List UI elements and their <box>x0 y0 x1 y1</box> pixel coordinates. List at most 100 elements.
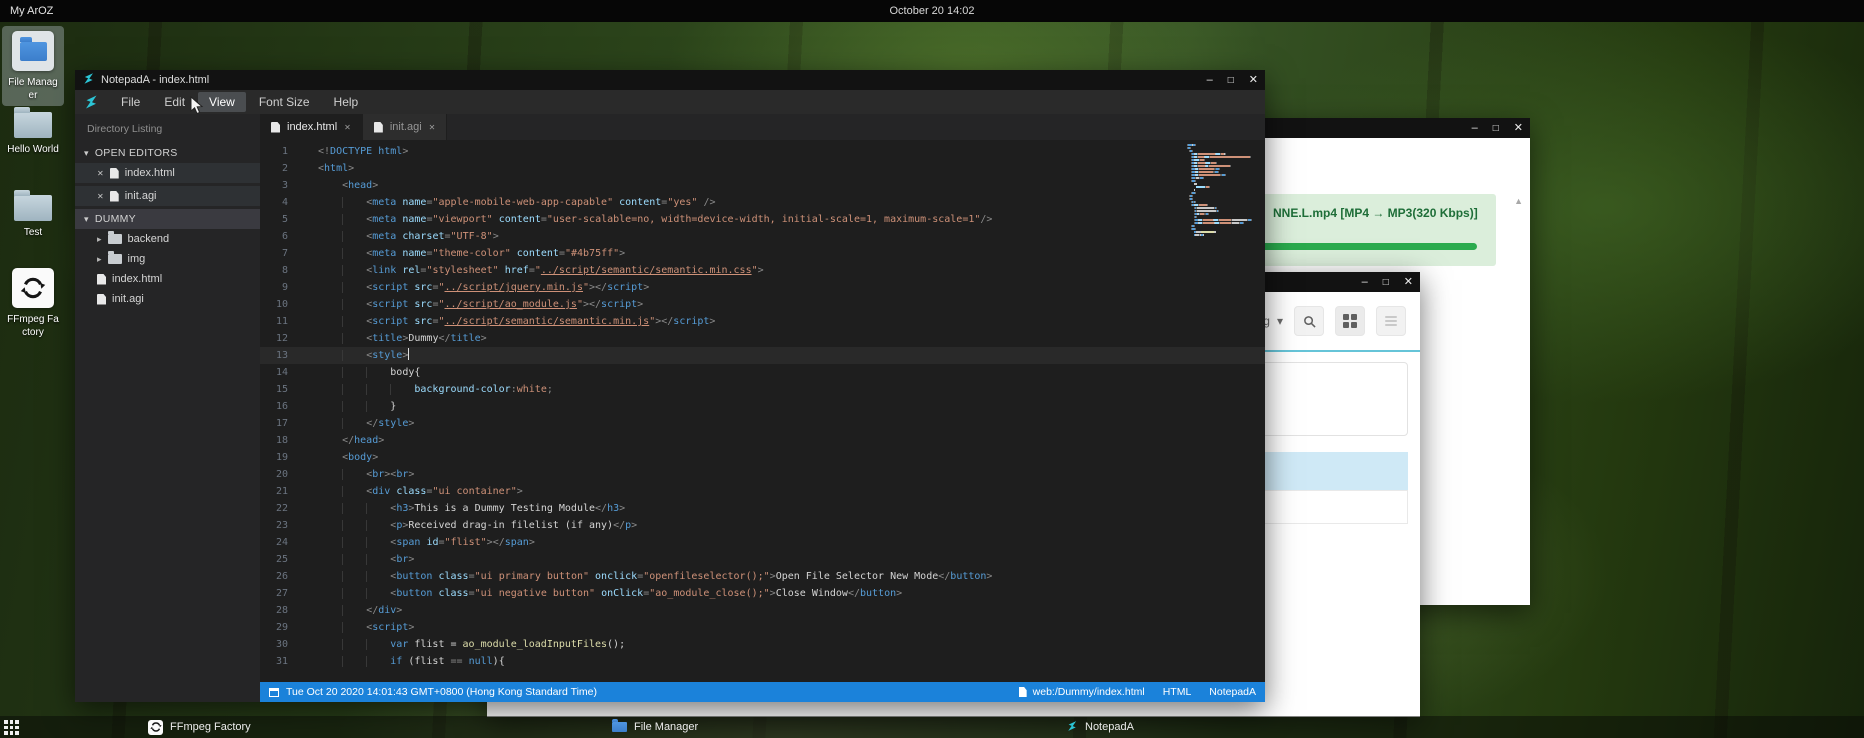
taskbar-item-file-manager[interactable]: File Manager <box>612 716 698 738</box>
top-bar: My ArOZ October 20 14:02 <box>0 0 1864 22</box>
close-icon[interactable] <box>97 169 104 178</box>
close-icon[interactable] <box>1404 277 1413 288</box>
tree-item-init-agi[interactable]: init.agi <box>75 289 260 309</box>
tab-label: index.html <box>287 121 337 133</box>
menu-view[interactable]: View <box>198 92 246 112</box>
code-line[interactable]: 20 <br><br> <box>260 466 1265 483</box>
maximize-icon[interactable] <box>1383 277 1389 288</box>
taskbar: FFmpeg Factory File Manager NotepadA <box>0 716 1864 738</box>
menu-file[interactable]: File <box>110 92 151 112</box>
code-line[interactable]: 8 <link rel="stylesheet" href="../script… <box>260 262 1265 279</box>
tree-item-index-html[interactable]: index.html <box>75 163 260 183</box>
code-line[interactable]: 18 </head> <box>260 432 1265 449</box>
scroll-up-icon[interactable] <box>1514 196 1523 206</box>
code-line[interactable]: 6 <meta charset="UTF-8"> <box>260 228 1265 245</box>
code-line[interactable]: 13 <style> <box>260 347 1265 364</box>
file-icon <box>374 122 383 133</box>
code-line[interactable]: 19 <body> <box>260 449 1265 466</box>
code-line[interactable]: 10 <script src="../script/ao_module.js">… <box>260 296 1265 313</box>
code-line[interactable]: 27 <button class="ui negative button" on… <box>260 585 1265 602</box>
chevron-down-icon <box>1277 314 1283 328</box>
line-number: 12 <box>260 330 304 347</box>
tree-section-open-editors: OPEN EDITORSindex.html init.agi <box>75 143 260 206</box>
minimize-icon[interactable] <box>1472 123 1478 134</box>
notepada-logo-icon <box>83 94 99 110</box>
minimize-icon[interactable] <box>1207 75 1213 86</box>
status-file-path: web:/Dummy/index.html <box>1033 686 1145 698</box>
app-launcher-icon[interactable] <box>4 720 19 735</box>
tree-item-backend[interactable]: backend <box>75 229 260 249</box>
document-icon <box>1019 687 1027 697</box>
desktop-icon-test[interactable]: Test <box>2 195 64 239</box>
line-number: 3 <box>260 177 304 194</box>
list-view-button[interactable] <box>1376 306 1406 336</box>
taskbar-item-notepada[interactable]: NotepadA <box>1066 716 1134 738</box>
folder-icon <box>14 112 52 138</box>
notepada-title-bar[interactable]: NotepadA - index.html <box>75 70 1265 90</box>
close-icon[interactable] <box>429 123 436 132</box>
code-line[interactable]: 31 if (flist == null){ <box>260 653 1265 670</box>
maximize-icon[interactable] <box>1228 75 1234 86</box>
code-line[interactable]: 4 <meta name="apple-mobile-web-app-capab… <box>260 194 1265 211</box>
code-line[interactable]: 1<!DOCTYPE html> <box>260 143 1265 160</box>
code-line[interactable]: 24 <span id="flist"></span> <box>260 534 1265 551</box>
tree-header-dummy[interactable]: DUMMY <box>75 209 260 229</box>
close-icon[interactable] <box>1249 75 1258 86</box>
calendar-icon <box>269 688 279 697</box>
code-line[interactable]: 25 <br> <box>260 551 1265 568</box>
menu-help[interactable]: Help <box>323 92 370 112</box>
code-line[interactable]: 23 <p>Received drag-in filelist (if any)… <box>260 517 1265 534</box>
status-language[interactable]: HTML <box>1163 686 1192 698</box>
code-line[interactable]: 22 <h3>This is a Dummy Testing Module</h… <box>260 500 1265 517</box>
menu-edit[interactable]: Edit <box>153 92 196 112</box>
code-line[interactable]: 2<html> <box>260 160 1265 177</box>
code-line[interactable]: 15 background-color:white; <box>260 381 1265 398</box>
desktop-icon-label: FFmpeg Factory <box>7 313 59 339</box>
code-line[interactable]: 28 </div> <box>260 602 1265 619</box>
tree-header-open-editors[interactable]: OPEN EDITORS <box>75 143 260 163</box>
code-line[interactable]: 30 var flist = ao_module_loadInputFiles(… <box>260 636 1265 653</box>
recycle-arrows-icon <box>148 720 163 735</box>
tree-item-index-html[interactable]: index.html <box>75 269 260 289</box>
code-line[interactable]: 11 <script src="../script/semantic/seman… <box>260 313 1265 330</box>
grid-view-icon <box>1343 314 1357 328</box>
minimap[interactable] <box>1187 144 1251 237</box>
code-line[interactable]: 12 <title>Dummy</title> <box>260 330 1265 347</box>
code-line[interactable]: 17 </style> <box>260 415 1265 432</box>
code-editor[interactable]: 1<!DOCTYPE html>2<html>3 <head>4 <meta n… <box>260 140 1265 682</box>
search-button[interactable] <box>1294 306 1324 336</box>
maximize-icon[interactable] <box>1493 123 1499 134</box>
tree-item-init-agi[interactable]: init.agi <box>75 186 260 206</box>
code-line[interactable]: 26 <button class="ui primary button" onc… <box>260 568 1265 585</box>
code-line[interactable]: 16 } <box>260 398 1265 415</box>
code-line[interactable]: 14 body{ <box>260 364 1265 381</box>
line-number: 27 <box>260 585 304 602</box>
line-number: 23 <box>260 517 304 534</box>
tab-init-agi[interactable]: init.agi <box>363 114 448 140</box>
code-line[interactable]: 5 <meta name="viewport" content="user-sc… <box>260 211 1265 228</box>
close-icon[interactable] <box>97 192 104 201</box>
aroz-menu[interactable]: My ArOZ <box>10 5 53 17</box>
line-number: 1 <box>260 143 304 160</box>
menu-font-size[interactable]: Font Size <box>248 92 321 112</box>
desktop-icon-hello-world[interactable]: Hello World <box>2 112 64 156</box>
code-line[interactable]: 21 <div class="ui container"> <box>260 483 1265 500</box>
code-line[interactable]: 7 <meta name="theme-color" content="#4b7… <box>260 245 1265 262</box>
tab-index-html[interactable]: index.html <box>260 114 363 140</box>
grid-view-button[interactable] <box>1335 306 1365 336</box>
close-icon[interactable] <box>344 123 351 132</box>
caret-right-icon <box>97 233 102 245</box>
close-icon[interactable] <box>1514 123 1523 134</box>
tree-item-img[interactable]: img <box>75 249 260 269</box>
line-number: 6 <box>260 228 304 245</box>
minimize-icon[interactable] <box>1362 277 1368 288</box>
conversion-task-label: NNE.L.mp4 [MP4 → MP3(320 Kbps)] <box>1273 206 1478 220</box>
file-icon <box>97 274 106 285</box>
code-line[interactable]: 29 <script> <box>260 619 1265 636</box>
list-view-icon <box>1385 314 1397 328</box>
code-line[interactable]: 9 <script src="../script/jquery.min.js">… <box>260 279 1265 296</box>
desktop-icon-ffmpeg-factory[interactable]: FFmpeg Factory <box>2 268 64 339</box>
desktop-icon-file-manager[interactable]: File Manager <box>2 26 64 106</box>
code-line[interactable]: 3 <head> <box>260 177 1265 194</box>
taskbar-item-ffmpeg-factory[interactable]: FFmpeg Factory <box>148 716 251 738</box>
